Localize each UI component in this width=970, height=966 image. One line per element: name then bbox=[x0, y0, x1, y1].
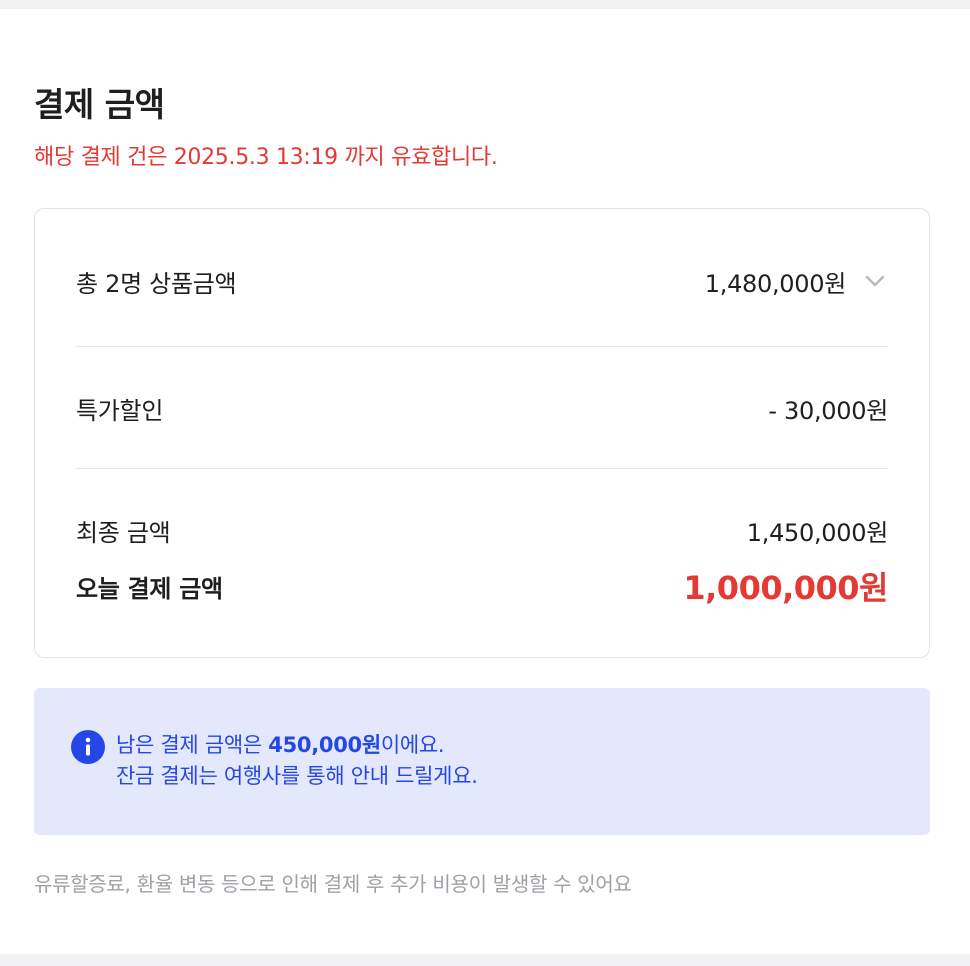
final-amount-row: 최종 금액 1,450,000원 bbox=[76, 512, 888, 548]
info-line-1-prefix: 남은 결제 금액은 bbox=[116, 733, 269, 757]
info-line-1: 남은 결제 금액은 450,000원이에요. bbox=[116, 730, 478, 761]
product-total-row[interactable]: 총 2명 상품금액 1,480,000원 bbox=[76, 263, 888, 299]
divider bbox=[76, 346, 888, 347]
discount-value: - 30,000원 bbox=[768, 396, 888, 425]
remaining-amount: 450,000원 bbox=[268, 733, 381, 757]
final-amount-label: 최종 금액 bbox=[76, 518, 171, 547]
info-line-1-suffix: 이에요. bbox=[380, 733, 445, 757]
section-title: 결제 금액 bbox=[34, 85, 165, 124]
divider bbox=[76, 468, 888, 469]
chevron-down-icon[interactable] bbox=[862, 268, 888, 294]
validity-notice: 해당 결제 건은 2025.5.3 13:19 까지 유효합니다. bbox=[34, 145, 498, 170]
today-payment-value: 1,000,000원 bbox=[683, 569, 888, 607]
info-text: 남은 결제 금액은 450,000원이에요. 잔금 결제는 여행사를 통해 안내… bbox=[116, 730, 478, 792]
discount-row: 특가할인 - 30,000원 bbox=[76, 390, 888, 426]
final-amount-value: 1,450,000원 bbox=[746, 518, 889, 547]
today-payment-row: 오늘 결제 금액 1,000,000원 bbox=[76, 563, 888, 609]
today-payment-label: 오늘 결제 금액 bbox=[76, 574, 223, 603]
price-summary-card: 총 2명 상품금액 1,480,000원 특가할인 - 30,000원 최종 금… bbox=[34, 208, 930, 658]
product-total-label: 총 2명 상품금액 bbox=[76, 269, 237, 298]
discount-label: 특가할인 bbox=[76, 396, 164, 425]
product-total-value: 1,480,000원 bbox=[704, 269, 847, 298]
info-line-2: 잔금 결제는 여행사를 통해 안내 드릴게요. bbox=[116, 764, 478, 788]
remaining-balance-notice: 남은 결제 금액은 450,000원이에요. 잔금 결제는 여행사를 통해 안내… bbox=[34, 688, 930, 835]
info-icon bbox=[71, 730, 105, 764]
product-total-value-group: 1,480,000원 bbox=[705, 264, 888, 299]
payment-amount-panel: 결제 금액 해당 결제 건은 2025.5.3 13:19 까지 유효합니다. … bbox=[0, 9, 970, 954]
extra-cost-footnote: 유류할증료, 환율 변동 등으로 인해 결제 후 추가 비용이 발생할 수 있어… bbox=[34, 872, 632, 896]
